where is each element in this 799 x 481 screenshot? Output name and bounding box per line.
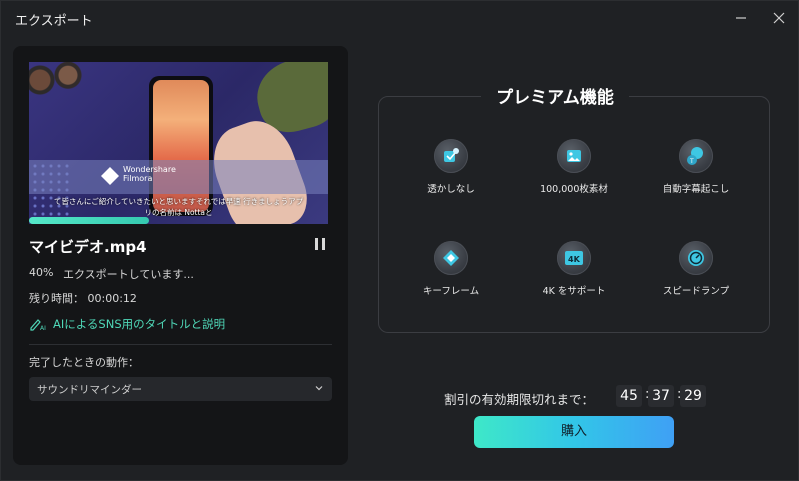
feature-4k: 4K 4K をサポート — [514, 241, 634, 297]
thumbnail-decor — [29, 62, 89, 104]
feature-label: スピードランプ — [662, 286, 730, 297]
feature-label: 4K をサポート — [542, 286, 606, 297]
close-button[interactable] — [768, 7, 790, 29]
buy-button[interactable]: 購入 — [474, 416, 674, 448]
ai-link-label: AIによるSNS用のタイトルと説明 — [53, 317, 226, 331]
feature-label: 透かしなし — [427, 184, 475, 195]
after-complete-label: 完了したときの動作： — [29, 356, 139, 369]
dialog-title: エクスポート — [15, 14, 93, 29]
divider — [29, 344, 332, 345]
minimize-button[interactable] — [730, 7, 752, 29]
ai-title-link[interactable]: AI AIによるSNS用のタイトルと説明 — [29, 316, 225, 332]
chevron-down-icon — [315, 386, 323, 391]
file-name: マイビデオ.mp4 — [29, 238, 147, 256]
title-bar: エクスポート — [1, 1, 798, 35]
pause-icon-bar — [322, 238, 325, 250]
premium-title: プレミアム機能 — [481, 85, 629, 111]
premium-features-panel — [378, 96, 770, 333]
discount-timer-label: 割引の有効期限切れまで： — [444, 392, 595, 407]
thumbnail-banner — [29, 160, 328, 194]
export-status: エクスポートしています... — [63, 268, 194, 281]
feature-no-watermark: 透かしなし — [391, 139, 511, 195]
after-complete-value: サウンドリマインダー — [37, 384, 142, 396]
export-progress-bar — [29, 217, 328, 224]
timer-seconds: 29 — [680, 385, 706, 407]
export-progress-fill — [29, 217, 149, 224]
feature-label: キーフレーム — [422, 286, 480, 297]
pause-button[interactable] — [313, 236, 327, 252]
pause-icon — [315, 238, 318, 250]
feature-label: 100,000枚素材 — [540, 184, 608, 195]
after-complete-select[interactable]: サウンドリマインダー — [29, 377, 332, 401]
minimize-icon — [736, 17, 746, 19]
feature-label: 自動字幕起こし — [662, 184, 730, 195]
caption-line1: て皆さんにご紹介していきたいと思いますそれでは早速 行きましょうアプ — [53, 197, 304, 206]
ai-pen-icon: AI — [30, 319, 46, 331]
time-remaining: 残り時間： 00:00:12 — [29, 292, 137, 305]
feature-speed-ramp: スピードランプ — [636, 241, 756, 297]
feature-image-library: 100,000枚素材 — [514, 139, 634, 195]
4k-icon: 4K — [557, 241, 591, 275]
timer-minutes: 37 — [648, 385, 674, 407]
speed-ramp-icon — [679, 241, 713, 275]
progress-percent: 40% — [29, 266, 54, 279]
svg-text:4K: 4K — [568, 255, 581, 264]
svg-text:T: T — [689, 158, 694, 165]
filmora-logo-text: Wondershare Filmora — [123, 165, 176, 183]
export-progress-panel: Wondershare Filmora て皆さんにご紹介していきたいと思いますそ… — [13, 46, 348, 465]
logo-line2: Filmora — [123, 174, 153, 183]
feature-keyframe: キーフレーム — [391, 241, 511, 297]
video-thumbnail: Wondershare Filmora て皆さんにご紹介していきたいと思いますそ… — [29, 62, 328, 224]
auto-subtitle-icon: T — [679, 139, 713, 173]
keyframe-icon — [434, 241, 468, 275]
export-dialog: エクスポート Wondershare Filmora て皆さんにご紹介していきた… — [0, 0, 799, 481]
no-watermark-icon — [434, 139, 468, 173]
timer-hours: 45 — [616, 385, 642, 407]
image-library-icon — [557, 139, 591, 173]
logo-line1: Wondershare — [123, 165, 176, 174]
svg-text:AI: AI — [40, 325, 46, 331]
thumbnail-caption: て皆さんにご紹介していきたいと思いますそれでは早速 行きましょうアプ リの名前は… — [29, 196, 328, 218]
feature-auto-subtitle: T 自動字幕起こし — [636, 139, 756, 195]
close-icon — [773, 12, 785, 24]
